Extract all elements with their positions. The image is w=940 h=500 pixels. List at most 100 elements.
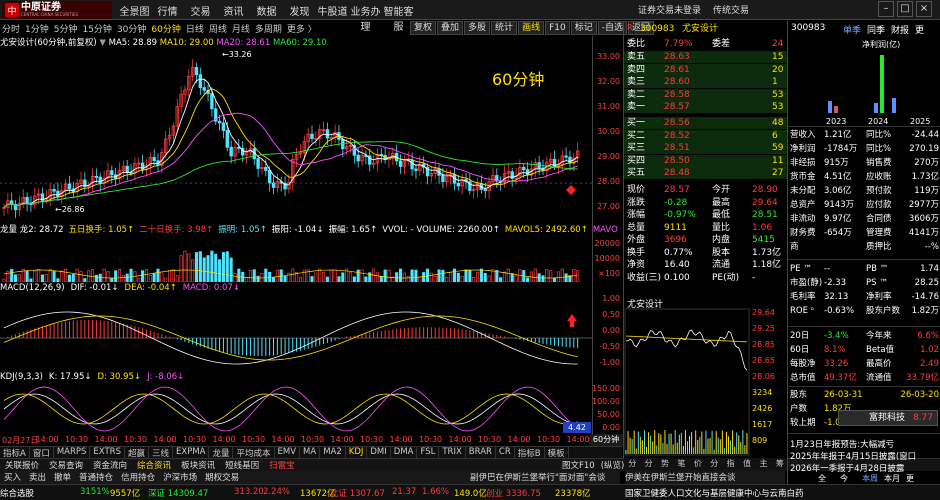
news-ticker-2[interactable]: 伊美在伊斯兰堡开始直接会谈 xyxy=(625,473,736,483)
status-seg14[interactable]: 国家卫健委人口文化与基层健康中心与云南白药 xyxy=(625,487,804,499)
status-seg9[interactable]: 21.37 xyxy=(392,487,416,497)
classic-trade-link[interactable]: 传统交易 xyxy=(713,3,749,16)
period-0[interactable]: 分时 xyxy=(2,22,20,35)
indicator-tab-3[interactable]: EXTRS xyxy=(90,447,125,458)
trade-login-status[interactable]: 证券交易未登录 xyxy=(638,3,701,16)
indicator-tab-13[interactable]: DMI xyxy=(367,447,391,458)
info-tab-4[interactable]: 板块资讯 xyxy=(176,459,220,471)
news-ticker-1[interactable]: 副伊巴在伊斯兰堡举行"面对面"会谈 xyxy=(470,473,605,483)
mini-tab-2[interactable]: 势 xyxy=(657,458,673,469)
action-4[interactable]: 信用持仓 xyxy=(117,471,159,484)
action-2[interactable]: 撤单 xyxy=(50,471,75,484)
info-right-1[interactable]: (纵览) xyxy=(599,459,627,471)
profit-bar-chart[interactable] xyxy=(788,49,938,115)
status-seg5[interactable]: 313.20 xyxy=(234,487,264,497)
info-tab-1[interactable]: 交易查询 xyxy=(44,459,88,471)
info-tab-3[interactable]: 综合资讯 xyxy=(132,459,176,471)
toolbar-btn-5[interactable]: F10 xyxy=(545,21,570,35)
volume-chart[interactable] xyxy=(0,234,592,282)
indicator-tab-7[interactable]: 龙量 xyxy=(209,447,234,459)
indicator-tab-11[interactable]: MA2 xyxy=(320,447,346,458)
news-ticker-2-box[interactable]: 伊美在伊斯兰堡开始直接会谈 xyxy=(625,471,785,484)
mini-tab-3[interactable]: 笔 xyxy=(673,458,689,469)
indicator-tab-16[interactable]: TRIX xyxy=(439,447,466,458)
news-item-1[interactable]: 2025年年报于4月15日披露(窗口 xyxy=(790,450,916,462)
rp-tab-2[interactable]: 财报 xyxy=(891,23,909,36)
action-3[interactable]: 普通持仓 xyxy=(75,471,117,484)
status-seg8[interactable]: 北证 1307.67 xyxy=(330,487,385,499)
indicator-tab-19[interactable]: 指标B xyxy=(515,447,545,459)
period-10[interactable]: 更多 〉 xyxy=(287,22,317,35)
news-tab-4[interactable]: 更 xyxy=(906,473,914,484)
mini-tab-6[interactable]: 指 xyxy=(722,458,738,469)
status-seg3[interactable]: 9557亿 xyxy=(110,487,140,499)
close-icon[interactable]: × xyxy=(916,1,932,17)
indicator-tab-2[interactable]: MARPS xyxy=(54,447,91,458)
status-seg10[interactable]: 1.66% xyxy=(422,487,449,497)
info-tab-5[interactable]: 短线基因 xyxy=(220,459,264,471)
action-5[interactable]: 沪深市场 xyxy=(159,471,201,484)
mini-tab-8[interactable]: 主 xyxy=(755,458,771,469)
indicator-tab-0[interactable]: 指标A xyxy=(0,447,30,459)
status-seg4[interactable]: 深证 14309.47 xyxy=(148,487,208,499)
news-tab-0[interactable]: 全 xyxy=(818,473,826,484)
maximize-icon[interactable]: □ xyxy=(897,1,913,17)
indicator-tab-6[interactable]: EXPMA xyxy=(173,447,210,458)
period-4[interactable]: 30分钟 xyxy=(117,22,146,35)
kdj-chart[interactable] xyxy=(0,383,592,435)
mini-tab-1[interactable]: 分 xyxy=(640,458,656,469)
indicator-tab-5[interactable]: 三线 xyxy=(149,447,173,459)
info-tab-2[interactable]: 资金流向 xyxy=(88,459,132,471)
status-seg12[interactable]: 创业 3336.75 xyxy=(486,487,541,499)
mini-tab-9[interactable]: 筹 xyxy=(772,458,788,469)
action-0[interactable]: 买入 xyxy=(0,471,25,484)
mini-tab-4[interactable]: 价 xyxy=(690,458,706,469)
period-5[interactable]: 60分钟 xyxy=(151,22,180,35)
info-tab-0[interactable]: 关联报价 xyxy=(0,459,44,471)
mini-tab-5[interactable]: 分 xyxy=(706,458,722,469)
period-9[interactable]: 多周期 xyxy=(255,22,282,35)
indicator-tab-8[interactable]: 平均成本 xyxy=(233,447,275,459)
news-tab-1[interactable]: 今 xyxy=(840,473,848,484)
news-tab-2[interactable]: 本周 xyxy=(862,473,878,484)
indicator-tab-4[interactable]: 超赢 xyxy=(125,447,149,459)
rp-tab-0[interactable]: 单季 xyxy=(843,23,861,36)
indicator-tab-15[interactable]: FSL xyxy=(417,447,440,458)
period-2[interactable]: 5分钟 xyxy=(54,22,78,35)
period-8[interactable]: 月线 xyxy=(232,22,250,35)
status-seg6[interactable]: 2.24% xyxy=(263,487,290,497)
indicator-tab-14[interactable]: DMA xyxy=(391,447,418,458)
action-1[interactable]: 卖出 xyxy=(25,471,50,484)
rp-tab-1[interactable]: 同季 xyxy=(867,23,885,36)
mini-tab-0[interactable]: 分 xyxy=(624,458,640,469)
minimize-icon[interactable]: – xyxy=(878,1,894,17)
indicator-tab-18[interactable]: CR xyxy=(496,447,515,458)
toolbar-btn-2[interactable]: 多股 xyxy=(464,21,491,35)
rp-tab-3[interactable]: 更 xyxy=(915,23,924,36)
period-6[interactable]: 日线 xyxy=(186,22,204,35)
indicator-tab-9[interactable]: EMV xyxy=(275,447,301,458)
indicator-tab-20[interactable]: 模板 xyxy=(545,447,569,459)
news-item-0[interactable]: 1月23日年报预告:大幅减亏 xyxy=(790,438,894,450)
period-1[interactable]: 1分钟 xyxy=(25,22,49,35)
axis-period-label[interactable]: 60分钟 xyxy=(589,434,623,446)
mini-tab-7[interactable]: 值 xyxy=(739,458,755,469)
indicator-tab-10[interactable]: MA xyxy=(300,447,321,458)
period-3[interactable]: 15分钟 xyxy=(82,22,111,35)
macd-chart[interactable] xyxy=(0,294,592,370)
toolbar-btn-0[interactable]: 复权 xyxy=(410,21,437,35)
indicator-tab-1[interactable]: 窗口 xyxy=(30,447,54,459)
status-seg1[interactable]: 综合选股 xyxy=(0,487,34,499)
toolbar-btn-3[interactable]: 统计 xyxy=(491,21,518,35)
popup-quote[interactable]: 富邦科技 8.77 xyxy=(838,410,938,426)
period-7[interactable]: 周线 xyxy=(209,22,227,35)
news-tab-3[interactable]: 本月 xyxy=(884,473,900,484)
info-tab-6[interactable]: 扫雷宝 xyxy=(264,459,300,471)
status-seg13[interactable]: 23378亿 xyxy=(555,487,591,499)
toolbar-btn-1[interactable]: 叠加 xyxy=(437,21,464,35)
toolbar-btn-4[interactable]: 画线 xyxy=(518,21,545,35)
toolbar-btn-6[interactable]: 标记 xyxy=(570,21,597,35)
action-6[interactable]: 期权交易 xyxy=(201,471,243,484)
info-right-0[interactable]: 图文F10 xyxy=(560,459,597,471)
status-seg2[interactable]: 3151% xyxy=(80,487,110,497)
